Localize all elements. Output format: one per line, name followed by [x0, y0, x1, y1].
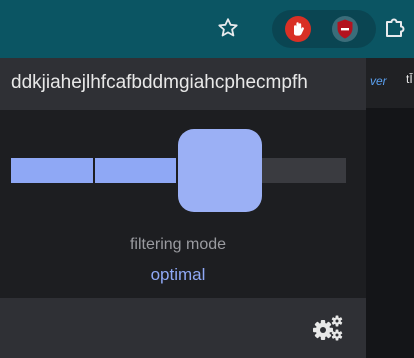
extension-popup: ddkjiahejlhfcafbddmgiahcphecmpfh filteri… [0, 58, 366, 358]
browser-toolbar [0, 0, 414, 58]
background-page: ver tĪ [366, 58, 414, 358]
site-hostname: ddkjiahejlhfcafbddmgiahcphecmpfh [11, 72, 308, 93]
background-text: ver [370, 74, 387, 88]
filtering-mode-label: filtering mode [129, 236, 227, 253]
background-tab-strip: ver tĪ [366, 58, 414, 108]
popup-header: ddkjiahejlhfcafbddmgiahcphecmpfh [0, 58, 366, 110]
hand-icon[interactable] [284, 15, 312, 43]
gears-icon[interactable] [310, 314, 344, 342]
popup-footer [0, 298, 366, 358]
slider-step-divider [93, 158, 95, 183]
filtering-mode-value: optimal [150, 265, 206, 284]
background-text: tĪ [406, 72, 413, 86]
puzzle-icon[interactable] [382, 15, 408, 41]
star-icon[interactable] [216, 16, 240, 40]
shield-icon[interactable] [331, 15, 359, 43]
filtering-mode-slider-thumb[interactable] [178, 129, 262, 212]
